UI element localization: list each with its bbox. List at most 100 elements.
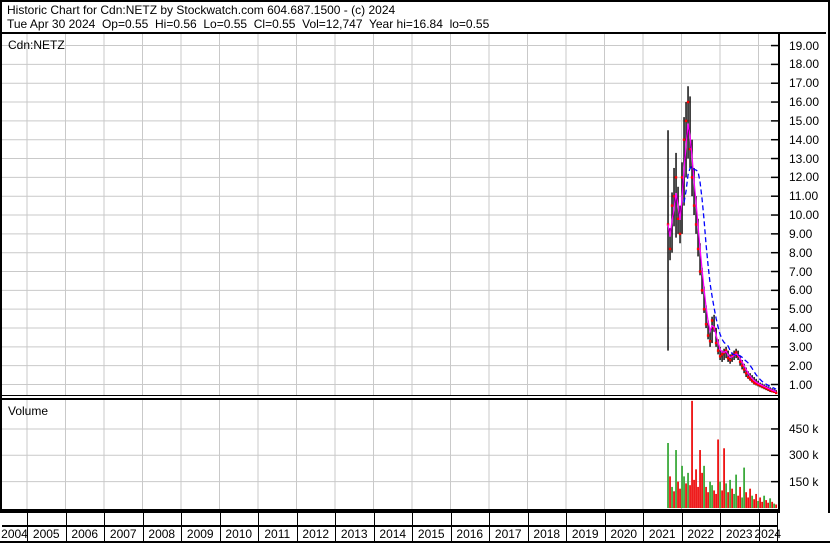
year-label: 2012: [302, 527, 330, 541]
volume-bar: [775, 504, 778, 508]
volume-bar: [759, 497, 762, 508]
volume-bar: [711, 485, 713, 508]
volume-label: Volume: [8, 404, 49, 418]
volume-bar: [737, 495, 739, 508]
volume-bar: [687, 472, 689, 508]
volume-bar: [689, 485, 691, 508]
volume-bar: [685, 483, 687, 508]
year-label: 2017: [494, 527, 522, 541]
volume-bar: [695, 469, 697, 508]
price-axis-label: 13.00: [789, 151, 820, 166]
volume-bar: [761, 501, 764, 508]
year-label: 2007: [109, 527, 137, 541]
price-axis-label: 4.00: [789, 321, 813, 335]
volume-bar: [745, 492, 748, 508]
close-marker-dot: [710, 319, 714, 322]
price-axis-label: 19.00: [789, 38, 820, 53]
year-label: 2019: [571, 527, 599, 541]
volume-bar: [667, 443, 669, 508]
price-axis-label: 2.00: [789, 358, 813, 373]
year-label: 2014: [379, 527, 407, 541]
volume-bar: [693, 479, 695, 508]
price-axis-label: 17.00: [789, 76, 820, 91]
volume-bar: [691, 400, 693, 508]
volume-bar: [699, 450, 701, 508]
volume-bar: [753, 499, 756, 508]
year-label: 2011: [264, 527, 291, 541]
volume-bar: [675, 450, 677, 508]
volume-bar: [751, 495, 754, 508]
year-label: 2008: [148, 527, 176, 541]
year-label: 2013: [340, 527, 368, 541]
price-axis-label: 5.00: [789, 302, 813, 317]
year-label: 2005: [32, 527, 60, 541]
close-marker-dot: [668, 247, 672, 251]
volume-bar: [741, 497, 743, 508]
volume-bar: [697, 486, 699, 508]
year-label: 2020: [610, 527, 638, 541]
volume-bar: [763, 495, 766, 508]
close-marker-dot: [698, 270, 702, 273]
price-axis-label: 18.00: [789, 57, 820, 72]
volume-bar: [681, 465, 683, 508]
volume-bar: [735, 474, 737, 508]
volume-bar: [747, 497, 750, 508]
x-axis-area: 2004 2005 2006 2007 2008 2009 2010 2011 2012 2013…: [0, 513, 830, 541]
close-marker-dot: [676, 217, 680, 220]
volume-bar: [705, 486, 707, 508]
price-axis-label: 8.00: [789, 245, 813, 260]
price-axis-label: 3.00: [789, 339, 813, 354]
close-marker-dot: [682, 138, 686, 141]
close-marker-dot: [690, 176, 694, 179]
volume-bar: [739, 486, 741, 508]
volume-bar: [703, 465, 705, 508]
price-chart-panel: Cdn:NETZ: [2, 34, 778, 395]
close-marker-dot: [678, 232, 682, 236]
volume-bar: [709, 481, 711, 508]
price-axis-label: 6.00: [789, 283, 813, 298]
volume-bar: [677, 481, 679, 508]
chart-title: Historic Chart for Cdn:NETZ by Stockwatc…: [7, 3, 396, 17]
close-marker-dot: [686, 100, 690, 104]
volume-bar: [707, 492, 709, 508]
year-label: 2021: [648, 527, 676, 541]
volume-bar: [723, 448, 725, 508]
volume-bar: [757, 500, 760, 508]
price-axis-label: 16.00: [789, 95, 820, 110]
year-label: 2018: [533, 527, 561, 541]
volume-bar: [771, 501, 774, 508]
volume-bar: [719, 481, 721, 508]
volume-bar: [767, 502, 770, 508]
volume-bar: [727, 492, 729, 508]
price-panel-separator-line: [2, 395, 826, 396]
volume-bar: [671, 486, 673, 508]
volume-bar: [743, 467, 746, 508]
volume-bar: [713, 490, 715, 508]
close-marker-dot: [728, 358, 732, 362]
volume-bar: [673, 491, 675, 508]
volume-bar: [679, 488, 681, 508]
volume-bar: [733, 493, 735, 508]
volume-bar: [715, 493, 717, 508]
volume-bar: [731, 488, 733, 508]
close-marker-dot: [674, 176, 678, 179]
volume-bar: [749, 488, 752, 508]
price-axis-label: 15.00: [789, 113, 820, 128]
right-axis-label-column: 19.00 18.00 17.00 16.00 15.00 14.00 13.00 12.00…: [780, 34, 828, 541]
close-marker-dot: [708, 339, 712, 343]
title-bar: Historic Chart for Cdn:NETZ by Stockwatc…: [2, 2, 826, 34]
volume-bar: [717, 439, 719, 508]
volume-axis-label: 300 k: [789, 448, 819, 463]
year-label: 2015: [417, 527, 445, 541]
close-marker-dot: [702, 307, 706, 311]
volume-bar: [765, 500, 768, 508]
volume-bar: [669, 476, 671, 508]
price-axis-label: 7.00: [789, 264, 813, 279]
price-chart-svg: [2, 34, 778, 395]
volume-chart-panel: Volume: [2, 400, 778, 509]
close-marker-dot: [716, 349, 720, 352]
year-label: 2016: [456, 527, 484, 541]
close-marker-dot: [684, 119, 688, 123]
symbol-label: Cdn:NETZ: [8, 38, 65, 52]
close-marker-dot: [700, 289, 704, 292]
